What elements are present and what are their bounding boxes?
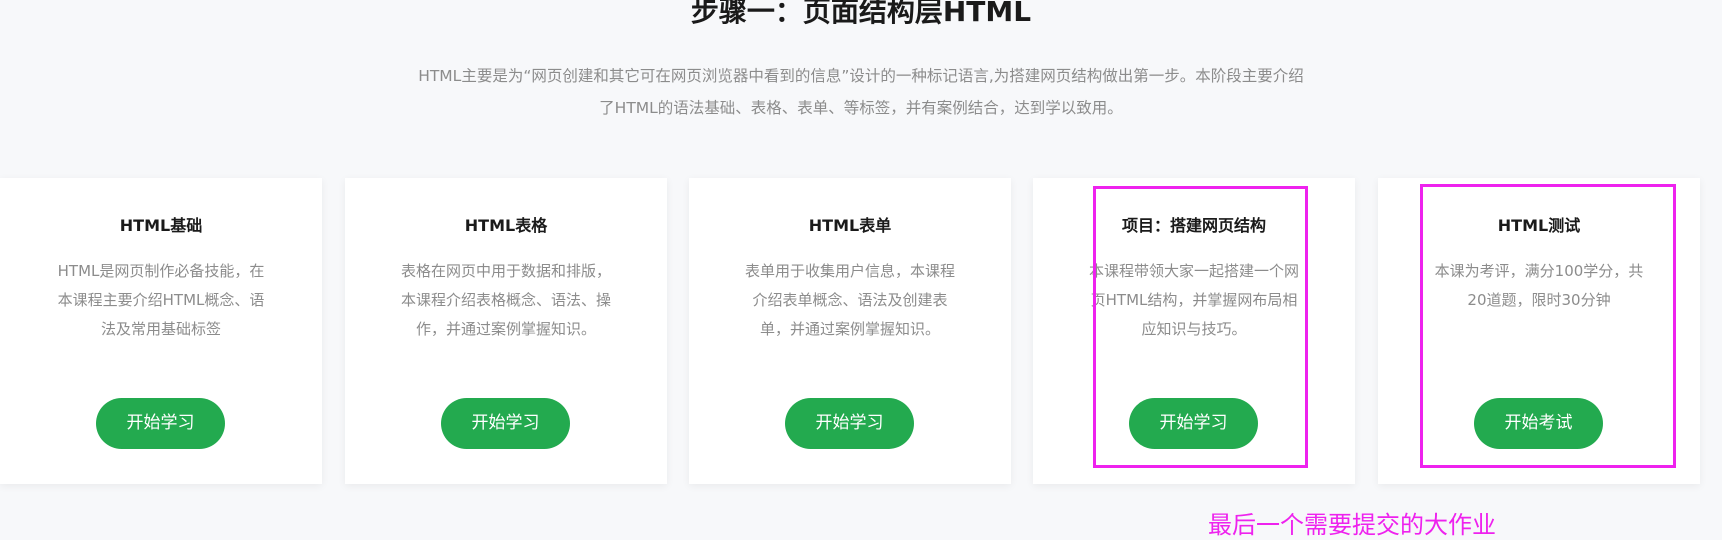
course-card-html-forms: HTML表单 表单用于收集用户信息，本课程 介绍表单概念、语法及创建表 单，并通… <box>689 178 1011 484</box>
card-desc-line: 本课为考评，满分100学分，共 <box>1434 262 1644 280</box>
card-title: HTML表格 <box>464 216 548 235</box>
card-description: 本课程带领大家一起搭建一个网 页HTML结构，并掌握网布局相 应知识与技巧。 <box>1069 257 1319 344</box>
card-title: HTML测试 <box>1497 216 1581 235</box>
course-card-html-test: HTML测试 本课为考评，满分100学分，共 20道题，限时30分钟 开始考试 <box>1378 178 1700 484</box>
card-desc-line: 20道题，限时30分钟 <box>1467 291 1611 309</box>
card-desc-line: 单，并通过案例掌握知识。 <box>759 320 940 338</box>
description-line-2: 了HTML的语法基础、表格、表单、等标签，并有案例结合，达到学以致用。 <box>599 99 1123 117</box>
card-desc-line: 页HTML结构，并掌握网布局相 <box>1090 291 1298 309</box>
course-card-html-basics: HTML基础 HTML是网页制作必备技能，在 本课程主要介绍HTML概念、语 法… <box>0 178 322 484</box>
page-title: 步骤一：页面结构层HTML <box>690 0 1032 28</box>
card-description: 本课为考评，满分100学分，共 20道题，限时30分钟 <box>1414 257 1664 315</box>
course-card-html-tables: HTML表格 表格在网页中用于数据和排版， 本课程介绍表格概念、语法、操 作，并… <box>345 178 667 484</box>
page-description: HTML主要是为“网页创建和其它可在网页浏览器中看到的信息”设计的一种标记语言,… <box>0 60 1722 124</box>
card-desc-line: 本课程带领大家一起搭建一个网 <box>1088 262 1299 280</box>
card-desc-line: 表格在网页中用于数据和排版， <box>400 262 611 280</box>
description-line-1: HTML主要是为“网页创建和其它可在网页浏览器中看到的信息”设计的一种标记语言,… <box>418 67 1304 85</box>
start-learning-button[interactable]: 开始学习 <box>96 398 225 449</box>
card-desc-line: 作，并通过案例掌握知识。 <box>415 320 596 338</box>
card-title: HTML基础 <box>119 216 203 235</box>
start-learning-button[interactable]: 开始学习 <box>441 398 570 449</box>
start-exam-button[interactable]: 开始考试 <box>1474 398 1603 449</box>
card-desc-line: 介绍表单概念、语法及创建表 <box>752 291 948 309</box>
start-learning-button[interactable]: 开始学习 <box>785 398 914 449</box>
card-title: HTML表单 <box>808 216 892 235</box>
course-card-web-structure-project: 项目：搭建网页结构 本课程带领大家一起搭建一个网 页HTML结构，并掌握网布局相… <box>1033 178 1355 484</box>
start-learning-button[interactable]: 开始学习 <box>1129 398 1258 449</box>
card-desc-line: HTML是网页制作必备技能，在 <box>57 262 265 280</box>
card-desc-line: 本课程介绍表格概念、语法、操 <box>400 291 611 309</box>
card-title: 项目：搭建网页结构 <box>1121 216 1266 235</box>
card-desc-line: 法及常用基础标签 <box>100 320 221 338</box>
card-desc-line: 表单用于收集用户信息，本课程 <box>744 262 955 280</box>
card-description: 表格在网页中用于数据和排版， 本课程介绍表格概念、语法、操 作，并通过案例掌握知… <box>381 257 631 344</box>
annotation-note: 最后一个需要提交的大作业 <box>1208 511 1496 539</box>
card-description: HTML是网页制作必备技能，在 本课程主要介绍HTML概念、语 法及常用基础标签 <box>36 257 286 344</box>
card-desc-line: 本课程主要介绍HTML概念、语 <box>57 291 265 309</box>
card-desc-line: 应知识与技巧。 <box>1141 320 1247 338</box>
card-description: 表单用于收集用户信息，本课程 介绍表单概念、语法及创建表 单，并通过案例掌握知识… <box>725 257 975 344</box>
